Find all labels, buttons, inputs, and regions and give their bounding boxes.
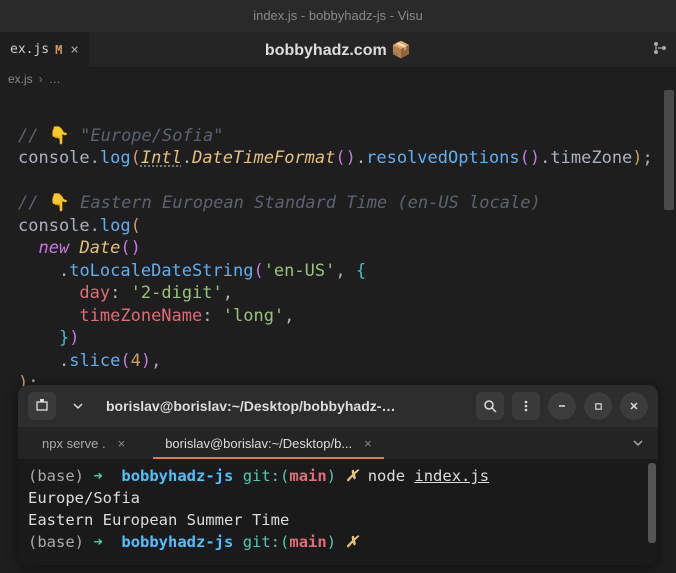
compare-icon[interactable]	[652, 40, 668, 60]
dropdown-button[interactable]	[64, 392, 92, 420]
tab-label: ex.js	[10, 42, 49, 57]
editor-scrollbar[interactable]	[662, 90, 676, 380]
menu-button[interactable]	[512, 392, 540, 420]
maximize-button[interactable]	[584, 392, 612, 420]
terminal-titlebar: borislav@borislav:~/Desktop/bobbyhadz-r.…	[18, 385, 658, 427]
terminal-output[interactable]: (base) ➜ bobbyhadz-js git:(main) ✗ node …	[18, 459, 658, 565]
window-titlebar: index.js - bobbyhadz-js - Visu	[0, 0, 676, 32]
chevron-right-icon: ›	[39, 72, 43, 86]
cube-icon: 📦	[391, 42, 411, 59]
titlebar-actions	[652, 40, 668, 60]
breadcrumb-file: ex.js	[8, 72, 33, 86]
close-icon[interactable]: ×	[364, 436, 372, 451]
close-button[interactable]	[620, 392, 648, 420]
terminal-tab-serve[interactable]: npx serve . ×	[22, 427, 145, 459]
terminal-window: borislav@borislav:~/Desktop/bobbyhadz-r.…	[18, 385, 658, 565]
search-button[interactable]	[476, 392, 504, 420]
page-title: bobbyhadz.com 📦	[0, 40, 676, 60]
breadcrumb[interactable]: ex.js › …	[0, 68, 676, 90]
code-editor[interactable]: // 👇 "Europe/Sofia" console.log(Intl.Dat…	[0, 90, 676, 407]
minimize-button[interactable]	[548, 392, 576, 420]
terminal-title: borislav@borislav:~/Desktop/bobbyhadz-r.…	[106, 398, 396, 414]
close-icon[interactable]: ×	[118, 436, 126, 451]
terminal-scrollbar[interactable]	[648, 463, 656, 543]
tab-file[interactable]: ex.js M ×	[0, 32, 89, 68]
window-title: index.js - bobbyhadz-js - Visu	[253, 8, 423, 23]
close-icon[interactable]: ×	[70, 42, 78, 58]
scrollbar-thumb[interactable]	[664, 90, 674, 210]
terminal-tabs: npx serve . × borislav@borislav:~/Deskto…	[18, 427, 658, 459]
breadcrumb-more: …	[49, 72, 61, 86]
terminal-tab-shell[interactable]: borislav@borislav:~/Desktop/b... ×	[145, 427, 392, 459]
editor-tabbar: ex.js M × bobbyhadz.com 📦	[0, 32, 676, 68]
tabs-dropdown[interactable]	[622, 427, 654, 459]
new-tab-button[interactable]	[28, 392, 56, 420]
modified-indicator: M	[55, 43, 62, 57]
